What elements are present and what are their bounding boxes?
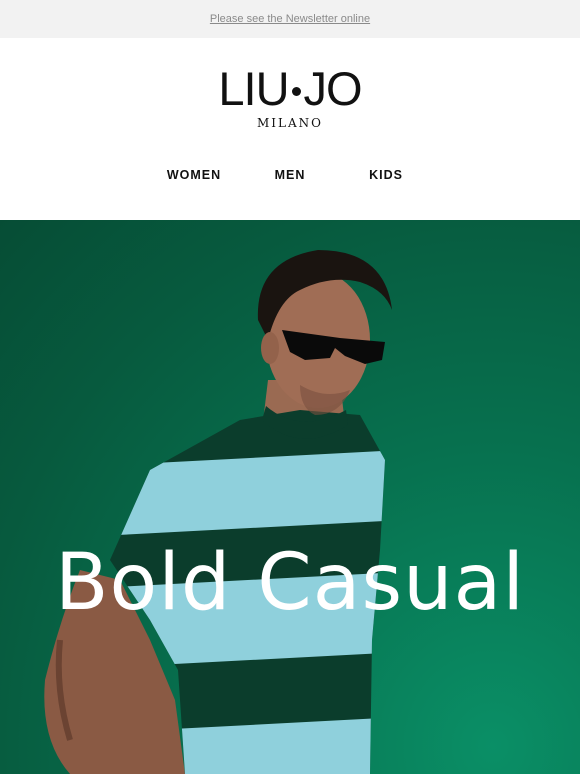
view-online-link[interactable]: Please see the Newsletter online [210, 13, 370, 25]
main-nav: WOMEN MEN KIDS [0, 150, 580, 220]
brand-header[interactable]: LIU JO MILANO [0, 38, 580, 150]
hero-image [44, 250, 392, 774]
brand-logo[interactable]: LIU JO [218, 62, 363, 115]
brand-tagline: MILANO [257, 116, 323, 130]
preheader-bar: Please see the Newsletter online [0, 0, 580, 38]
brand-logo-right: JO [303, 62, 363, 115]
hero-banner[interactable]: Bold Casual [0, 220, 580, 774]
nav-item-men[interactable]: MEN [242, 168, 338, 182]
nav-item-women[interactable]: WOMEN [146, 168, 242, 182]
nav-item-kids[interactable]: KIDS [338, 168, 434, 182]
hero-title: Bold Casual [54, 538, 525, 628]
brand-logo-left: LIU [218, 62, 289, 115]
logo-dot-icon [291, 86, 301, 96]
